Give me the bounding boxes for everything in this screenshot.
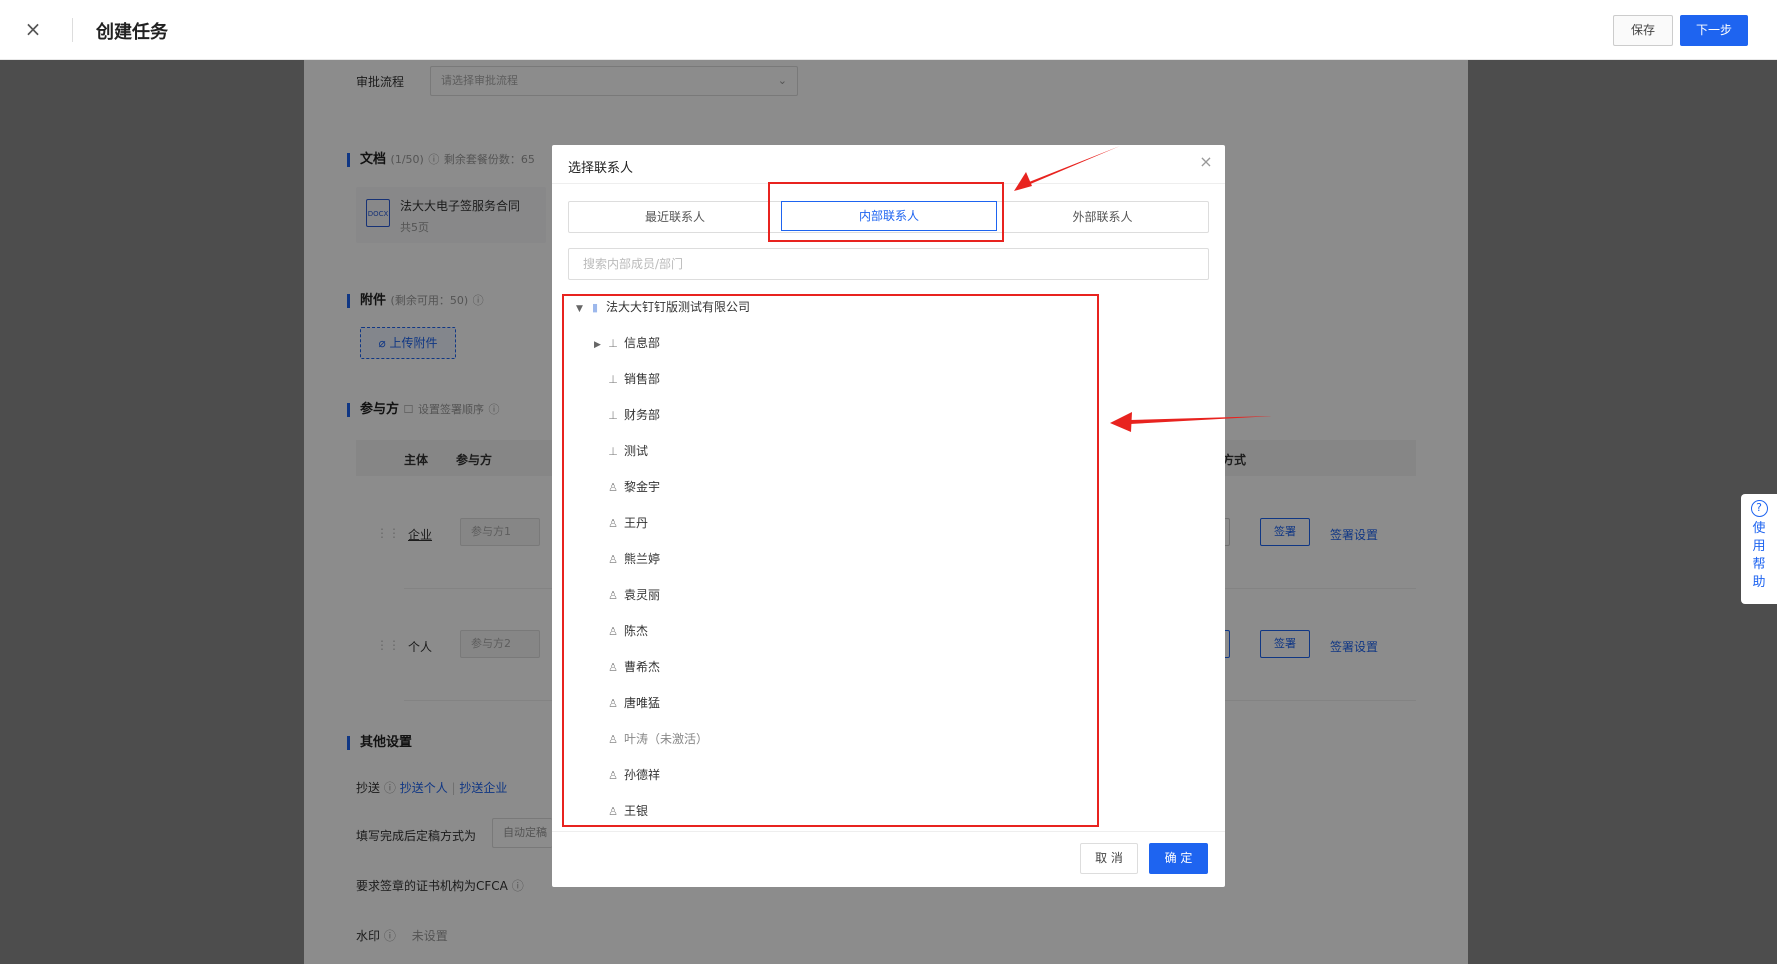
- annotation-arrow-top: [1016, 146, 1120, 190]
- annotation-arrow-top-head: [1014, 172, 1032, 191]
- annotation-arrow-right-head: [1110, 412, 1132, 432]
- annotation-arrow-right: [1118, 416, 1273, 424]
- annotation-arrows: [1014, 146, 1273, 432]
